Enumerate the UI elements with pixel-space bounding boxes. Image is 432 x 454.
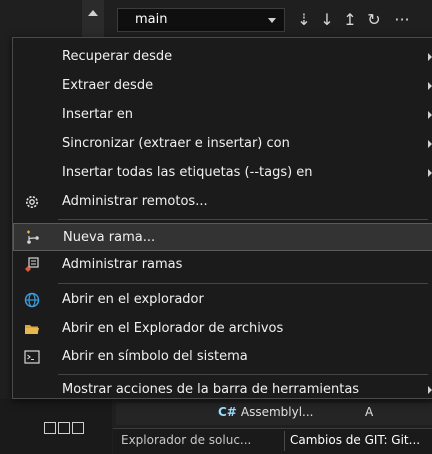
file-name: C# Assemblyl...: [218, 405, 314, 419]
submenu-arrow-icon: [428, 140, 432, 148]
menu-item-insertar-etiquetas[interactable]: Insertar todas las etiquetas (--tags) en: [13, 159, 432, 187]
gear-icon: [23, 193, 41, 211]
new-branch-icon: [24, 229, 42, 247]
chevron-down-icon[interactable]: [268, 18, 276, 23]
manage-branches-icon: [23, 256, 41, 274]
submenu-arrow-icon: [428, 53, 432, 61]
menu-separator: [58, 283, 428, 284]
view-toggle-icons: [44, 422, 84, 436]
tab-solution-explorer[interactable]: Explorador de soluc...: [121, 433, 251, 447]
collapse-icon[interactable]: [72, 422, 84, 434]
menu-item-nueva-rama[interactable]: Nueva rama...: [13, 223, 432, 251]
menu-item-extraer-desde[interactable]: Extraer desde: [13, 72, 432, 100]
folder-icon: [23, 320, 41, 338]
branch-name: main: [135, 12, 168, 27]
menu-item-abrir-simbolo-sistema[interactable]: Abrir en símbolo del sistema: [13, 343, 432, 371]
menu-separator: [58, 374, 428, 375]
file-status: A: [365, 405, 374, 419]
tab-divider: [284, 431, 285, 451]
submenu-arrow-icon: [428, 111, 432, 119]
menu-item-administrar-ramas[interactable]: Administrar ramas: [13, 251, 432, 279]
pull-icon[interactable]: ↓: [318, 10, 336, 30]
terminal-icon: [23, 348, 41, 366]
menu-separator: [58, 219, 428, 220]
menu-item-insertar-en[interactable]: Insertar en: [13, 101, 432, 129]
tab-git-changes[interactable]: Cambios de GIT: Git...: [290, 433, 420, 447]
single-view-icon[interactable]: [44, 422, 56, 434]
context-menu: Recuperar desde Extraer desde Insertar e…: [12, 37, 432, 399]
fetch-icon[interactable]: ⇣: [295, 10, 313, 30]
split-view-icon[interactable]: [58, 422, 70, 434]
scrollbar[interactable]: [82, 0, 104, 40]
submenu-arrow-icon: [428, 169, 432, 177]
menu-item-abrir-explorador-archivos[interactable]: Abrir en el Explorador de archivos: [13, 315, 432, 343]
submenu-arrow-icon: [428, 82, 432, 90]
more-options-icon[interactable]: ···: [388, 10, 416, 30]
push-icon[interactable]: ↥: [341, 10, 359, 30]
tool-window-tabs: Explorador de soluc... Cambios de GIT: G…: [113, 428, 432, 454]
menu-item-sincronizar[interactable]: Sincronizar (extraer e insertar) con: [13, 130, 432, 158]
menu-item-recuperar-desde[interactable]: Recuperar desde: [13, 43, 432, 71]
left-gutter: [0, 0, 12, 454]
menu-item-mostrar-acciones[interactable]: Mostrar acciones de la barra de herramie…: [13, 376, 432, 404]
submenu-arrow-icon: [428, 386, 432, 394]
menu-item-abrir-explorador[interactable]: Abrir en el explorador: [13, 286, 432, 314]
sync-icon[interactable]: ↻: [364, 10, 384, 30]
scroll-up-arrow-icon[interactable]: [88, 10, 98, 16]
globe-icon: [23, 291, 41, 309]
menu-item-administrar-remotos[interactable]: Administrar remotos...: [13, 188, 432, 216]
